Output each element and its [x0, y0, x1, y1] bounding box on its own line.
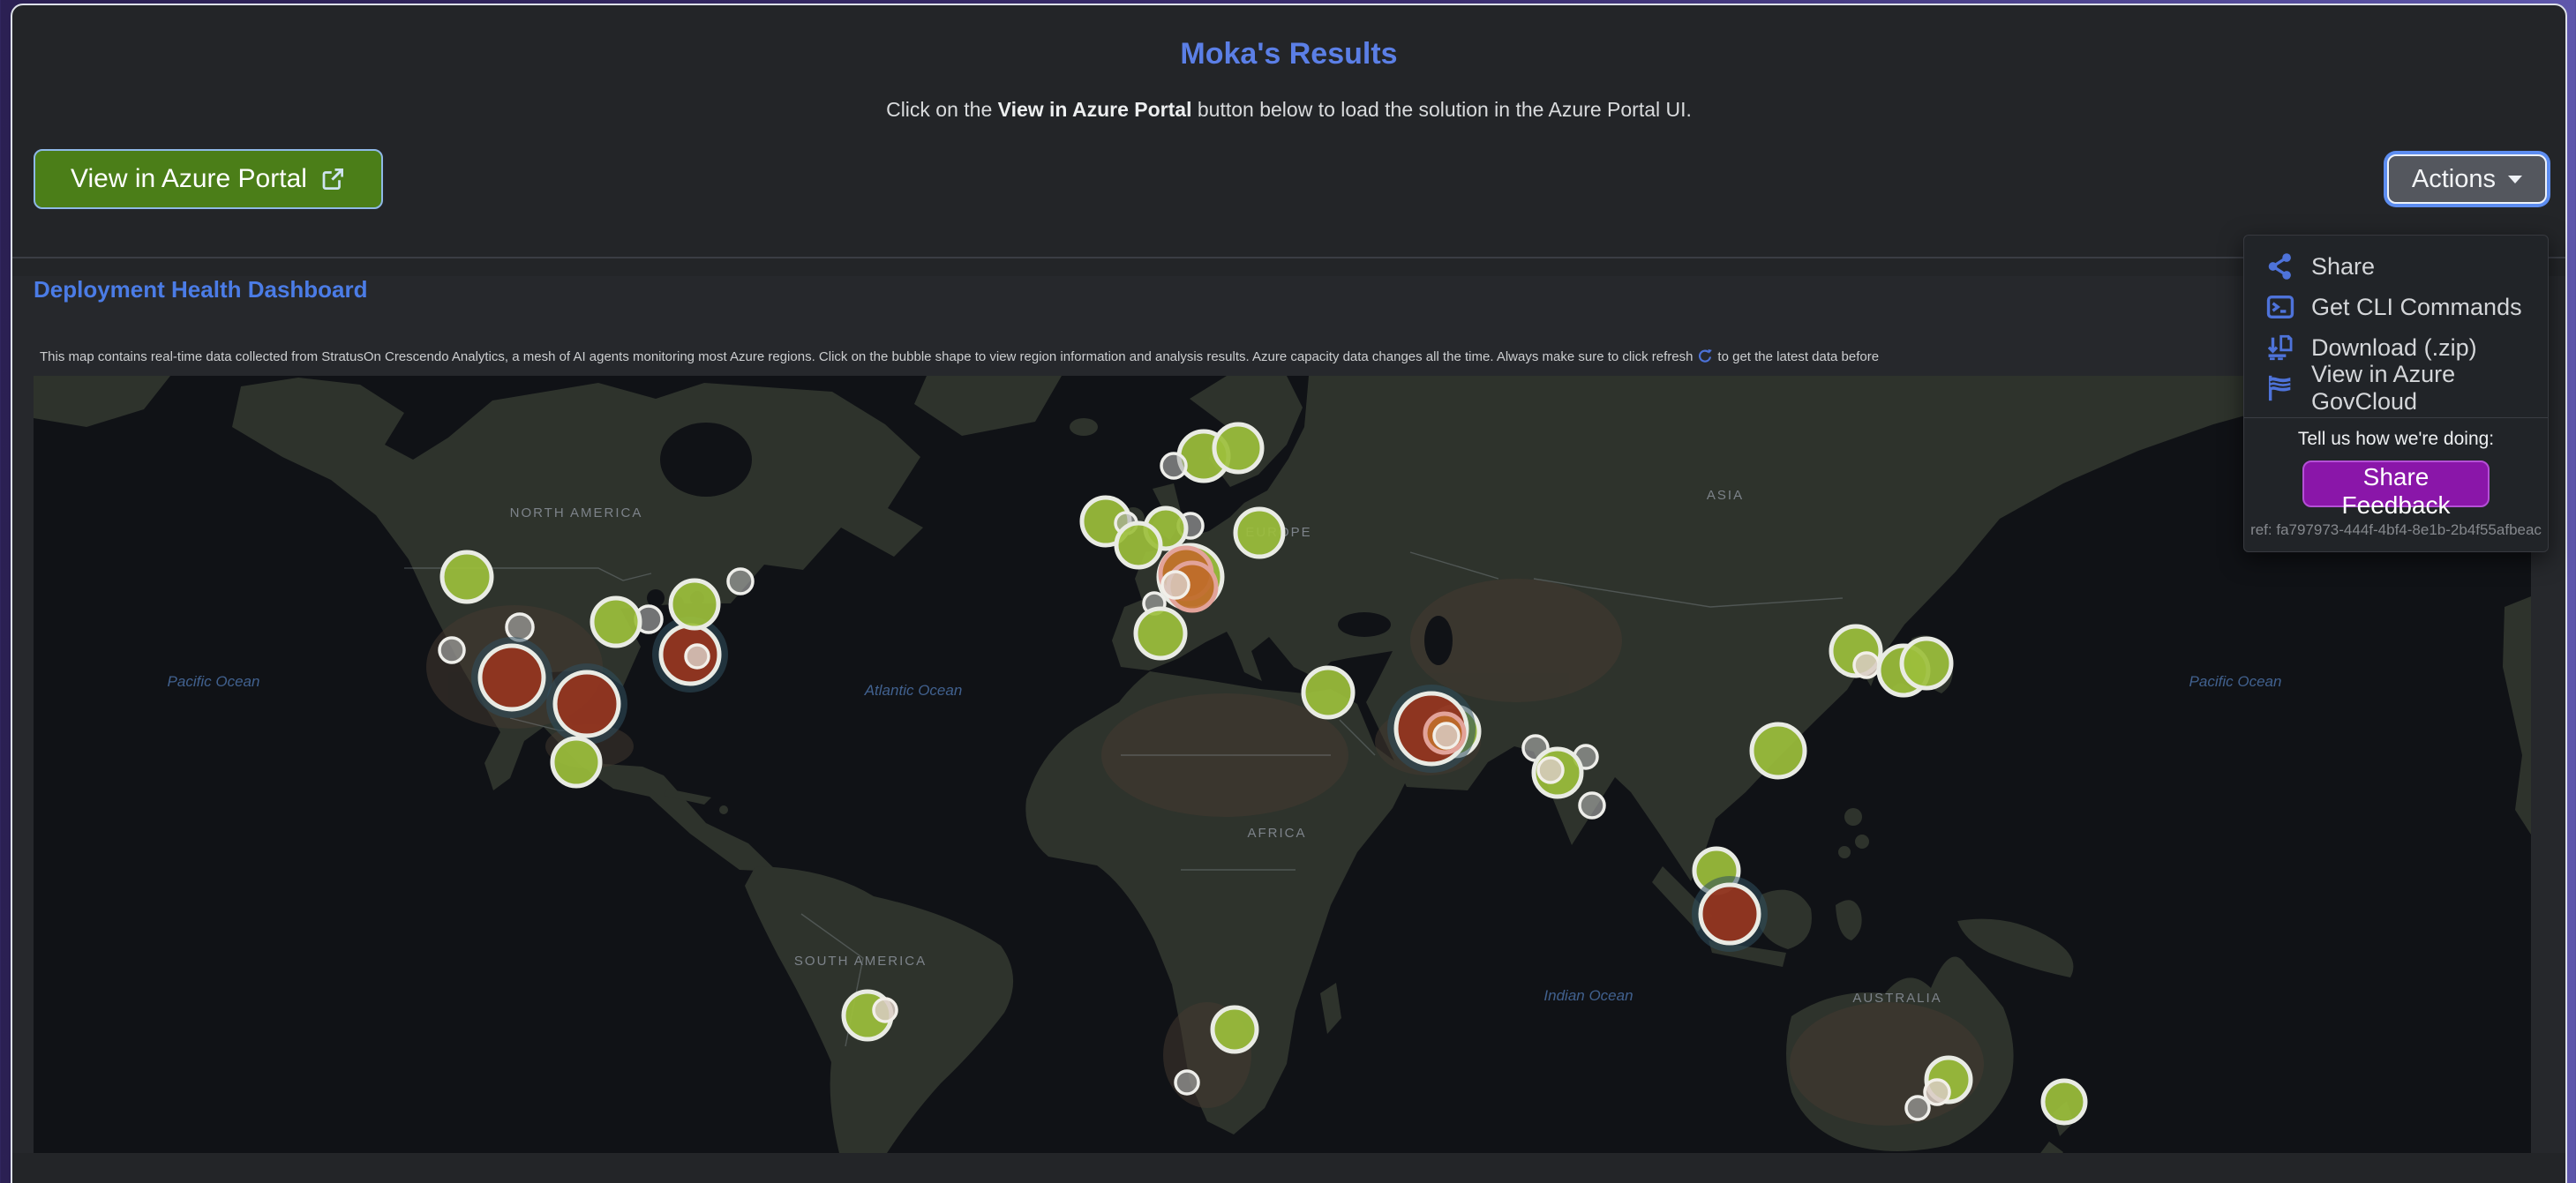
region-bubble-healthy[interactable] — [1213, 1007, 1257, 1052]
ocean-label: Atlantic Ocean — [864, 682, 963, 699]
terminal-icon — [2265, 292, 2295, 322]
region-bubble-unknown[interactable] — [1175, 1071, 1198, 1094]
region-bubble-critical[interactable] — [1701, 885, 1759, 943]
region-bubble-healthy[interactable] — [2043, 1081, 2085, 1123]
subtitle-text: Click on the — [886, 98, 998, 121]
region-bubble-healthy[interactable] — [552, 738, 600, 786]
region-bubble-unknown[interactable] — [1161, 453, 1186, 478]
region-bubble-unknown[interactable] — [1580, 793, 1604, 818]
refresh-icon[interactable] — [1696, 348, 1714, 365]
region-bubble-healthy[interactable] — [1136, 609, 1185, 658]
region-bubble-healthy[interactable] — [1116, 523, 1160, 567]
external-link-icon — [319, 166, 346, 192]
menu-item-label: View in Azure GovCloud — [2311, 361, 2532, 416]
view-in-azure-portal-label: View in Azure Portal — [71, 164, 307, 194]
region-bubble-healthy[interactable] — [1235, 509, 1283, 557]
view-in-azure-portal-button[interactable]: View in Azure Portal — [34, 149, 383, 209]
region-bubble-info[interactable] — [1538, 758, 1563, 782]
region-bubble-info[interactable] — [874, 999, 897, 1022]
subtitle-text: button below to load the solution in the… — [1191, 98, 1691, 121]
menu-item-label: Get CLI Commands — [2311, 294, 2522, 321]
deployment-map: NORTH AMERICASOUTH AMERICAEUROPEAFRICAAS… — [34, 376, 2531, 1153]
region-bubble-healthy[interactable] — [442, 552, 492, 602]
region-bubble-info[interactable] — [1434, 723, 1459, 748]
subtitle-bold-text: View in Azure Portal — [998, 98, 1192, 121]
dashboard-description: This map contains real-time data collect… — [40, 348, 2532, 365]
dashboard-heading: Deployment Health Dashboard — [34, 276, 2565, 303]
continent-label: ASIA — [1707, 488, 1744, 503]
download-icon — [2265, 333, 2295, 363]
description-text: This map contains real-time data collect… — [40, 349, 1693, 364]
region-bubble-healthy[interactable] — [1214, 424, 1262, 472]
region-bubble-unknown[interactable] — [439, 638, 464, 663]
button-row: View in Azure Portal Actions — [34, 149, 2547, 209]
region-bubble-info[interactable] — [686, 645, 709, 668]
region-bubble-critical[interactable] — [555, 672, 619, 736]
share-feedback-button[interactable]: Share Feedback — [2302, 460, 2490, 507]
continent-label: AUSTRALIA — [1852, 991, 1941, 1006]
page-subtitle: Click on the View in Azure Portal button… — [12, 98, 2565, 122]
continent-label: SOUTH AMERICA — [794, 954, 927, 969]
actions-button-label: Actions — [2412, 165, 2496, 194]
region-bubble-unknown[interactable] — [507, 614, 533, 640]
actions-menu: Share Get CLI Commands Download (.zip) — [2243, 235, 2549, 552]
region-bubble-unknown[interactable] — [728, 569, 753, 594]
region-bubble-healthy[interactable] — [671, 580, 718, 628]
share-icon — [2265, 251, 2295, 281]
region-bubble-healthy[interactable] — [1902, 639, 1951, 688]
dashboard-section: Deployment Health Dashboard This map con… — [12, 276, 2565, 1153]
region-bubble-healthy[interactable] — [592, 598, 640, 646]
region-bubble-unknown[interactable] — [1906, 1097, 1929, 1119]
region-bubble-critical[interactable] — [480, 646, 544, 709]
menu-item-get-cli-commands[interactable]: Get CLI Commands — [2244, 287, 2548, 327]
reference-id: ref: fa797973-444f-4bf4-8e1b-2b4f55afbea… — [2244, 521, 2548, 539]
continent-label: AFRICA — [1247, 826, 1306, 841]
region-bubble-info[interactable] — [1854, 653, 1879, 678]
feedback-prompt: Tell us how we're doing: — [2244, 429, 2548, 450]
page-title: Moka's Results — [12, 37, 2565, 71]
ocean-label: Pacific Ocean — [168, 673, 260, 690]
caret-down-icon — [2508, 176, 2522, 183]
results-panel: Moka's Results Click on the View in Azur… — [11, 4, 2567, 1183]
region-bubble-info[interactable] — [1162, 572, 1189, 598]
world-map: NORTH AMERICASOUTH AMERICAEUROPEAFRICAAS… — [34, 376, 2531, 1153]
ocean-label: Pacific Ocean — [2189, 673, 2282, 690]
region-bubble-healthy[interactable] — [1752, 724, 1805, 777]
menu-item-label: Download (.zip) — [2311, 334, 2477, 362]
description-text: to get the latest data before — [1717, 349, 1879, 364]
app-background: Moka's Results Click on the View in Azur… — [0, 0, 2576, 1183]
menu-divider — [2244, 417, 2548, 418]
ocean-label: Indian Ocean — [1543, 987, 1633, 1004]
menu-item-view-in-azure-govcloud[interactable]: View in Azure GovCloud — [2244, 368, 2548, 408]
actions-dropdown-button[interactable]: Actions — [2387, 154, 2547, 204]
section-divider — [12, 257, 2565, 258]
menu-item-label: Share — [2311, 253, 2375, 281]
menu-item-share[interactable]: Share — [2244, 246, 2548, 287]
flag-icon — [2265, 373, 2295, 403]
region-bubble-healthy[interactable] — [1303, 668, 1353, 717]
continent-label: NORTH AMERICA — [510, 505, 643, 520]
